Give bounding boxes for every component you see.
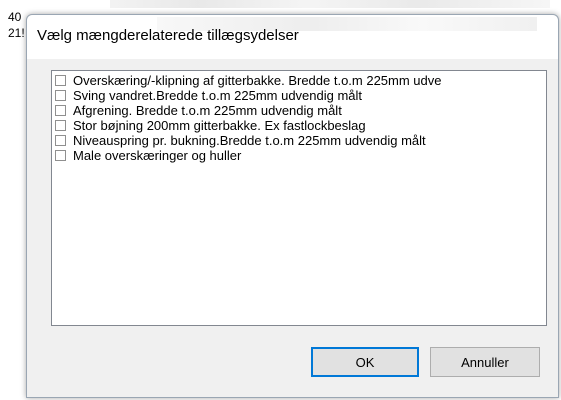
list-item[interactable]: Afgrening. Bredde t.o.m 225mm udvendig m… bbox=[55, 103, 342, 118]
list-item-label: Afgrening. Bredde t.o.m 225mm udvendig m… bbox=[73, 103, 342, 118]
checkbox[interactable] bbox=[55, 75, 66, 86]
checkbox[interactable] bbox=[55, 90, 66, 101]
ok-button[interactable]: OK bbox=[311, 347, 419, 377]
list-item-label: Overskæring/-klipning af gitterbakke. Br… bbox=[73, 73, 442, 88]
checkbox[interactable] bbox=[55, 135, 66, 146]
tillaegsydelser-dialog: Vælg mængderelaterede tillægsydelser Ove… bbox=[26, 14, 559, 398]
dialog-client-area: Overskæring/-klipning af gitterbakke. Br… bbox=[33, 59, 552, 391]
list-item[interactable]: Stor bøjning 200mm gitterbakke. Ex fastl… bbox=[55, 118, 366, 133]
checkbox[interactable] bbox=[55, 120, 66, 131]
list-item-label: Stor bøjning 200mm gitterbakke. Ex fastl… bbox=[73, 118, 366, 133]
list-item-label: Male overskæringer og huller bbox=[73, 148, 242, 163]
background-text-line1: 40 bbox=[8, 10, 22, 24]
dialog-titlebar[interactable]: Vælg mængderelaterede tillægsydelser bbox=[27, 15, 558, 59]
list-item-label: Niveauspring pr. bukning.Bredde t.o.m 22… bbox=[73, 133, 426, 148]
checkbox[interactable] bbox=[55, 105, 66, 116]
list-item[interactable]: Sving vandret.Bredde t.o.m 225mm udvendi… bbox=[55, 88, 362, 103]
cancel-button[interactable]: Annuller bbox=[430, 347, 540, 377]
list-item[interactable]: Overskæring/-klipning af gitterbakke. Br… bbox=[55, 73, 442, 88]
checkbox-list[interactable]: Overskæring/-klipning af gitterbakke. Br… bbox=[51, 70, 547, 326]
list-item[interactable]: Niveauspring pr. bukning.Bredde t.o.m 22… bbox=[55, 133, 426, 148]
list-item-label: Sving vandret.Bredde t.o.m 225mm udvendi… bbox=[73, 88, 363, 103]
list-item[interactable]: Male overskæringer og huller bbox=[55, 148, 241, 163]
background-text-line2: 21! bbox=[8, 26, 25, 40]
checkbox[interactable] bbox=[55, 150, 66, 161]
background-blurred-text bbox=[110, 0, 550, 8]
dialog-title: Vælg mængderelaterede tillægsydelser bbox=[37, 27, 299, 44]
